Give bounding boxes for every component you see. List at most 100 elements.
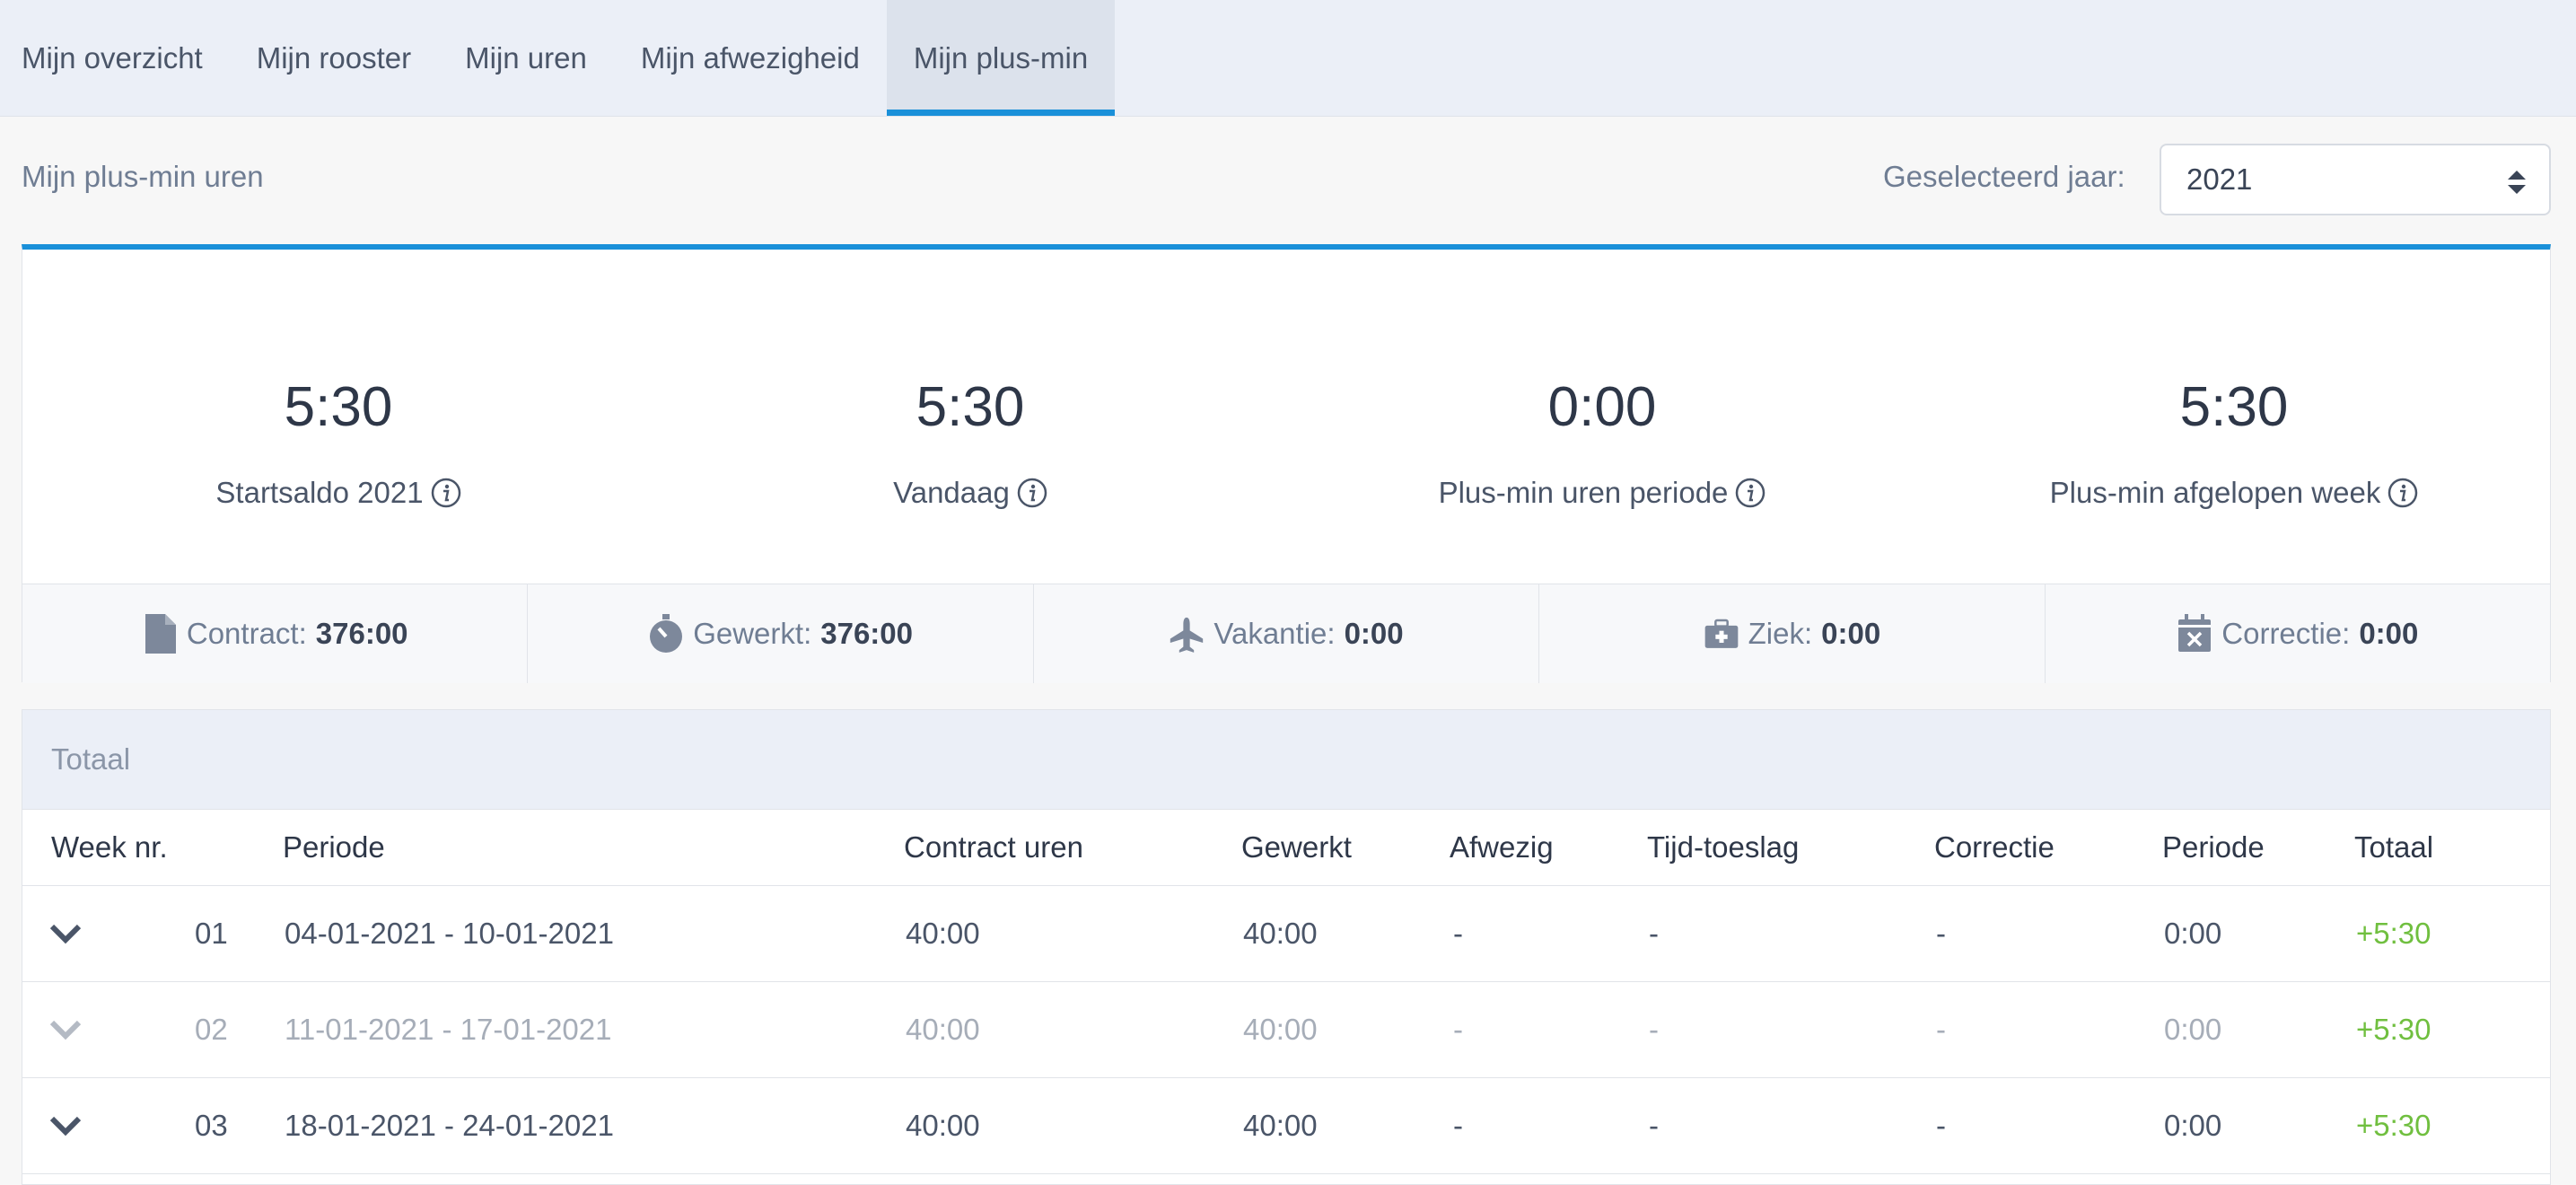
table-title: Totaal bbox=[22, 710, 2550, 810]
kpi-label-text: Startsaldo 2021 bbox=[215, 476, 424, 509]
calendar-x-icon bbox=[2178, 614, 2212, 652]
cell-contract: 40:00 bbox=[906, 1013, 980, 1046]
cell-contract: 40:00 bbox=[906, 1109, 980, 1142]
summary-card: 5:30 Startsaldo 2021 5:30 Vandaag 0:00 P… bbox=[22, 244, 2551, 683]
cell-total: +5:30 bbox=[2356, 917, 2431, 950]
table-row[interactable]: 03 18-01-2021 - 24-01-2021 40:00 40:00 -… bbox=[22, 1078, 2550, 1174]
cell-period: 11-01-2021 - 17-01-2021 bbox=[285, 1013, 612, 1046]
kpi-label: Plus-min afgelopen week bbox=[1918, 476, 2550, 510]
cell-correction: - bbox=[1936, 1109, 1946, 1142]
stat-value: 0:00 bbox=[1821, 617, 1881, 650]
stat-value: 0:00 bbox=[2359, 617, 2419, 650]
column-header-total: Totaal bbox=[2354, 830, 2434, 864]
cell-worked: 40:00 bbox=[1243, 917, 1318, 950]
kpi-label: Vandaag bbox=[654, 476, 1286, 510]
cell-surcharge: - bbox=[1649, 917, 1659, 950]
info-icon[interactable] bbox=[431, 478, 461, 508]
table-row[interactable]: 01 04-01-2021 - 10-01-2021 40:00 40:00 -… bbox=[22, 886, 2550, 982]
kpi-value: 5:30 bbox=[284, 376, 393, 438]
stat-label: Ziek: bbox=[1748, 617, 1813, 650]
stat-value: 376:00 bbox=[315, 617, 408, 650]
table-header: Week nr. Periode Contract uren Gewerkt A… bbox=[22, 810, 2550, 886]
cell-total: +5:30 bbox=[2356, 1013, 2431, 1046]
expand-toggle[interactable] bbox=[49, 982, 82, 1077]
stat-correctie: Correctie: 0:00 bbox=[2046, 584, 2550, 683]
column-header-surcharge: Tijd-toeslag bbox=[1647, 830, 1800, 864]
info-icon[interactable] bbox=[2388, 478, 2418, 508]
kpi-label-text: Plus-min afgelopen week bbox=[2049, 476, 2381, 509]
column-header-absent: Afwezig bbox=[1450, 830, 1554, 864]
stat-contract: Contract: 376:00 bbox=[22, 584, 529, 683]
kpi-value: 5:30 bbox=[916, 376, 1025, 438]
year-select-label: Geselecteerd jaar: bbox=[1883, 160, 2125, 193]
kpi-vandaag: 5:30 Vandaag bbox=[654, 250, 1286, 584]
cell-period: 04-01-2021 - 10-01-2021 bbox=[285, 917, 614, 950]
stat-gewerkt: Gewerkt: 376:00 bbox=[528, 584, 1034, 683]
stat-value: 0:00 bbox=[1344, 617, 1404, 650]
cell-period-val: 0:00 bbox=[2164, 1013, 2222, 1046]
column-header-week: Week nr. bbox=[51, 830, 168, 864]
tab-mijn-plus-min[interactable]: Mijn plus-min bbox=[886, 0, 1116, 116]
stat-label: Contract: bbox=[186, 617, 307, 650]
kpi-label: Startsaldo 2021 bbox=[22, 476, 654, 510]
stopwatch-icon bbox=[650, 614, 683, 653]
column-header-contract: Contract uren bbox=[904, 830, 1083, 864]
chevron-down-icon bbox=[49, 1116, 82, 1137]
table-row[interactable]: 02 11-01-2021 - 17-01-2021 40:00 40:00 -… bbox=[22, 982, 2550, 1078]
stat-label: Correctie: bbox=[2221, 617, 2351, 650]
info-icon[interactable] bbox=[1735, 478, 1766, 508]
cell-worked: 40:00 bbox=[1243, 1109, 1318, 1142]
cell-period-val: 0:00 bbox=[2164, 917, 2222, 950]
sort-arrows-icon bbox=[2508, 171, 2526, 194]
cell-week: 01 bbox=[195, 917, 228, 950]
kpi-plus-min-periode: 0:00 Plus-min uren periode bbox=[1286, 250, 1918, 584]
document-icon bbox=[145, 614, 176, 654]
year-select-value: 2021 bbox=[2186, 162, 2253, 196]
info-icon[interactable] bbox=[1017, 478, 1047, 508]
kpi-label-text: Vandaag bbox=[893, 476, 1010, 509]
column-header-worked: Gewerkt bbox=[1241, 830, 1352, 864]
kpi-label: Plus-min uren periode bbox=[1286, 476, 1918, 510]
cell-period-val: 0:00 bbox=[2164, 1109, 2222, 1142]
tab-mijn-afwezigheid[interactable]: Mijn afwezigheid bbox=[614, 0, 887, 116]
airplane-icon bbox=[1170, 617, 1204, 653]
cell-week: 03 bbox=[195, 1109, 228, 1142]
year-select[interactable]: 2021 bbox=[2160, 144, 2551, 215]
cell-contract: 40:00 bbox=[906, 917, 980, 950]
column-header-period: Periode bbox=[283, 830, 385, 864]
kpi-label-text: Plus-min uren periode bbox=[1438, 476, 1729, 509]
stat-ziek: Ziek: 0:00 bbox=[1539, 584, 2046, 683]
cell-absent: - bbox=[1453, 1109, 1463, 1142]
tab-mijn-rooster[interactable]: Mijn rooster bbox=[230, 0, 438, 116]
chevron-down-icon bbox=[49, 1020, 82, 1040]
cell-period: 18-01-2021 - 24-01-2021 bbox=[285, 1109, 614, 1142]
medical-kit-icon bbox=[1704, 619, 1738, 648]
top-navigation: Mijn overzicht Mijn rooster Mijn uren Mi… bbox=[0, 0, 2576, 117]
weeks-table: Totaal Week nr. Periode Contract uren Ge… bbox=[22, 709, 2551, 1185]
cell-correction: - bbox=[1936, 917, 1946, 950]
tab-mijn-overzicht[interactable]: Mijn overzicht bbox=[0, 0, 230, 116]
expand-toggle[interactable] bbox=[49, 886, 82, 981]
cell-absent: - bbox=[1453, 1013, 1463, 1046]
kpi-startsaldo: 5:30 Startsaldo 2021 bbox=[22, 250, 654, 584]
cell-absent: - bbox=[1453, 917, 1463, 950]
kpi-value: 0:00 bbox=[1547, 376, 1657, 438]
expand-toggle[interactable] bbox=[49, 1078, 82, 1173]
cell-surcharge: - bbox=[1649, 1109, 1659, 1142]
stat-vakantie: Vakantie: 0:00 bbox=[1034, 584, 1540, 683]
cell-correction: - bbox=[1936, 1013, 1946, 1046]
tab-mijn-uren[interactable]: Mijn uren bbox=[438, 0, 614, 116]
cell-surcharge: - bbox=[1649, 1013, 1659, 1046]
stats-row: Contract: 376:00 Gewerkt: 376:00 Vakanti… bbox=[22, 584, 2550, 683]
kpi-plus-min-afgelopen-week: 5:30 Plus-min afgelopen week bbox=[1918, 250, 2550, 584]
stat-label: Gewerkt: bbox=[693, 617, 812, 650]
stat-label: Vakantie: bbox=[1214, 617, 1336, 650]
column-header-period-val: Periode bbox=[2162, 830, 2265, 864]
kpi-value: 5:30 bbox=[2179, 376, 2289, 438]
chevron-down-icon bbox=[49, 924, 82, 944]
column-header-correction: Correctie bbox=[1934, 830, 2055, 864]
page-title: Mijn plus-min uren bbox=[22, 160, 264, 193]
cell-worked: 40:00 bbox=[1243, 1013, 1318, 1046]
cell-week: 02 bbox=[195, 1013, 228, 1046]
cell-total: +5:30 bbox=[2356, 1109, 2431, 1142]
